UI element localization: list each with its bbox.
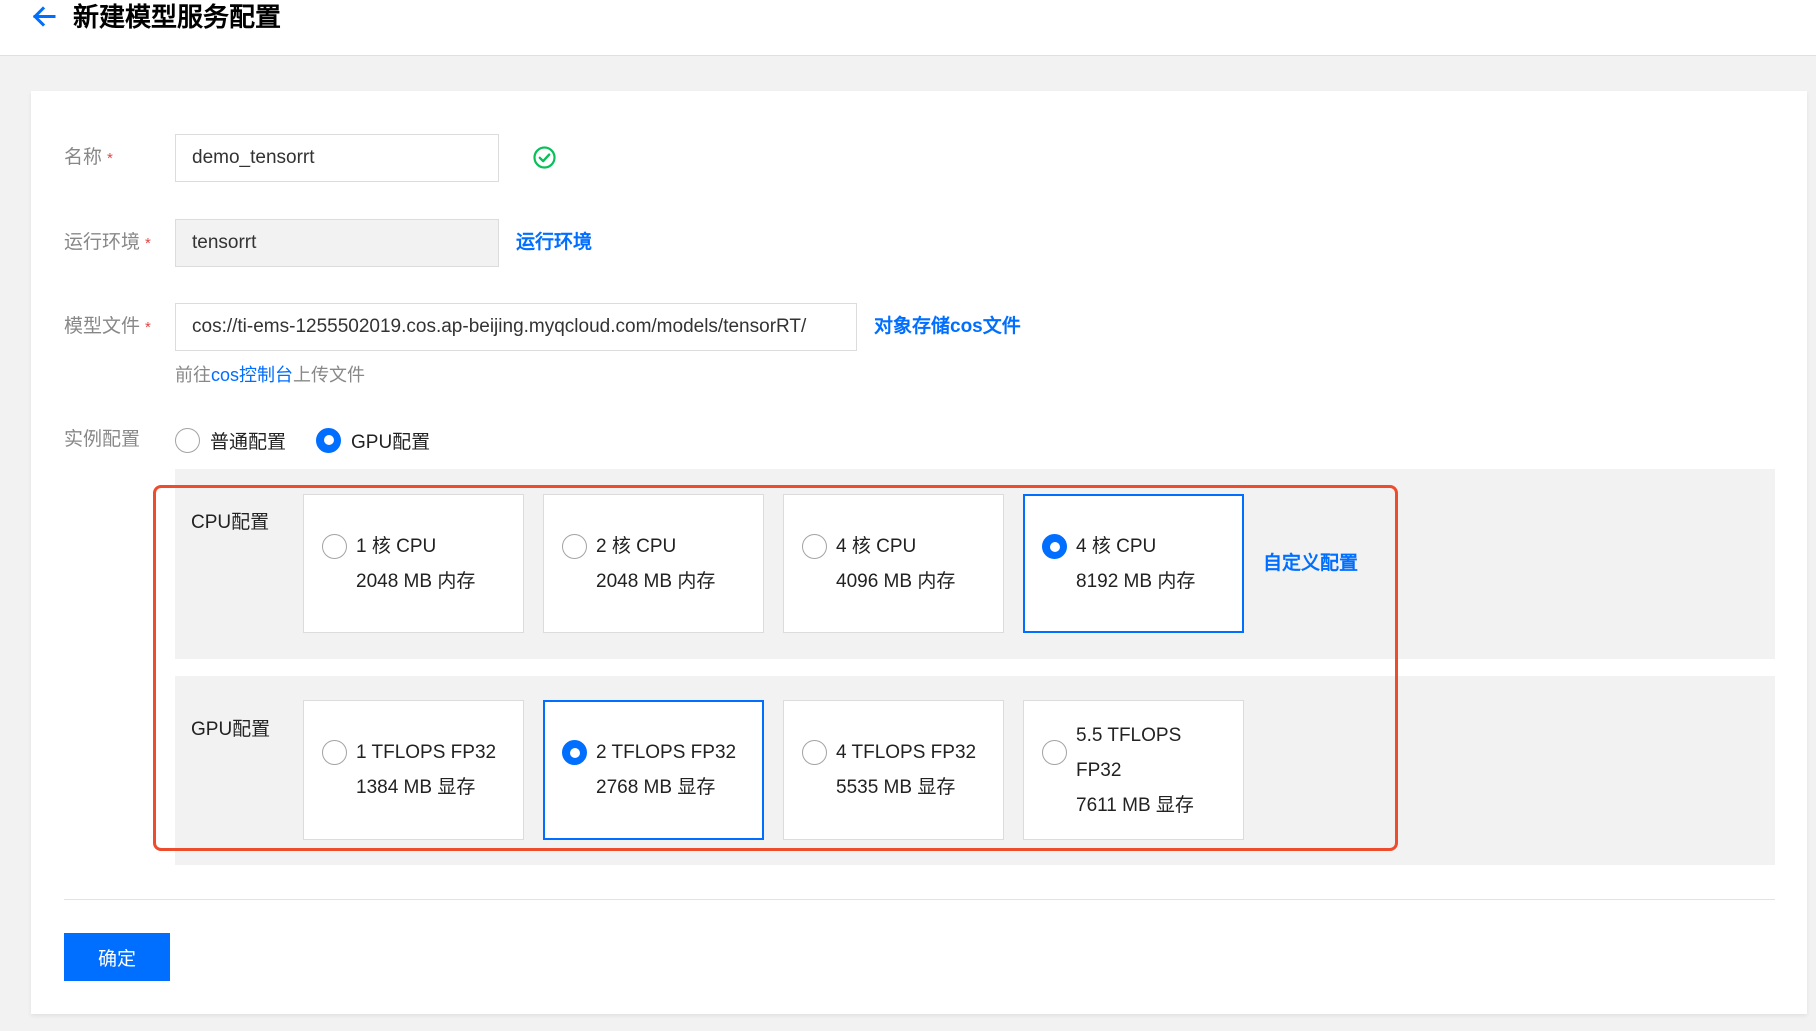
cpu-option-radio[interactable] bbox=[562, 534, 587, 559]
gpu-option-memory: 7611 MB 显存 bbox=[1076, 794, 1194, 816]
model-file-label-text: 模型文件 bbox=[64, 316, 141, 337]
runtime-row: 运行环境* 运行环境 bbox=[31, 219, 1807, 267]
instance-option-standard[interactable]: 普通配置 bbox=[175, 416, 286, 464]
name-label-text: 名称 bbox=[64, 147, 103, 168]
required-mark: * bbox=[107, 150, 113, 167]
cpu-option-memory: 8192 MB 内存 bbox=[1076, 570, 1196, 592]
model-file-input[interactable] bbox=[175, 303, 857, 351]
name-input[interactable] bbox=[175, 134, 499, 182]
gpu-option-text: 1 TFLOPS FP32 1384 MB 显存 bbox=[356, 701, 508, 839]
instance-option-gpu[interactable]: GPU配置 bbox=[316, 416, 430, 464]
radio-button[interactable] bbox=[316, 427, 341, 453]
gpu-option-text: 4 TFLOPS FP32 5535 MB 显存 bbox=[836, 701, 988, 839]
gpu-option-memory: 1384 MB 显存 bbox=[356, 777, 476, 798]
cos-console-link[interactable]: cos控制台 bbox=[211, 365, 293, 385]
gpu-config-label: GPU配置 bbox=[191, 719, 271, 740]
cpu-option-radio[interactable] bbox=[322, 534, 347, 559]
cpu-config-label: CPU配置 bbox=[191, 512, 270, 533]
confirm-button[interactable]: 确定 bbox=[64, 933, 170, 981]
runtime-label: 运行环境 * bbox=[64, 219, 151, 268]
instance-option-label[interactable]: 普通配置 bbox=[210, 427, 286, 454]
cpu-option-text: 4 核 CPU 4096 MB 内存 bbox=[836, 495, 988, 632]
page: 新建模型服务配置 名称* 运行环境* 运行环境 bbox=[0, 0, 1816, 1031]
instance-label: 实例配置 bbox=[64, 429, 141, 450]
radio-button[interactable] bbox=[175, 427, 200, 453]
cpu-option-4-card[interactable]: 4 核 CPU 8192 MB 内存 bbox=[1023, 494, 1244, 633]
gpu-option-text: 5.5 TFLOPS FP32 7611 MB 显存 bbox=[1076, 701, 1228, 839]
required-mark: * bbox=[145, 235, 151, 252]
page-title: 新建模型服务配置 bbox=[73, 2, 282, 32]
gpu-option-spec: 2 TFLOPS FP32 bbox=[596, 742, 737, 763]
cpu-option-1-card[interactable]: 1 核 CPU 2048 MB 内存 bbox=[303, 494, 524, 633]
gpu-config-panel: GPU配置 1 TFLOPS FP32 1384 MB 显存 2 TFLOPS … bbox=[175, 676, 1775, 865]
cpu-option-radio[interactable] bbox=[802, 534, 827, 559]
cpu-option-spec: 4 核 CPU bbox=[1076, 535, 1157, 557]
instance-option-label[interactable]: GPU配置 bbox=[351, 427, 430, 454]
gpu-option-radio[interactable] bbox=[562, 740, 587, 765]
upload-hint-prefix: 前往 bbox=[175, 365, 211, 385]
gpu-option-radio[interactable] bbox=[802, 740, 827, 765]
cpu-option-spec: 2 核 CPU bbox=[596, 535, 677, 557]
gpu-option-radio[interactable] bbox=[322, 740, 347, 765]
cpu-option-memory: 4096 MB 内存 bbox=[836, 570, 956, 592]
name-row: 名称 * bbox=[31, 134, 1807, 182]
custom-config-link[interactable]: 自定义配置 bbox=[1263, 552, 1358, 576]
check-circle-icon bbox=[533, 146, 556, 169]
upload-hint: 前往cos控制台上传文件 bbox=[175, 364, 365, 386]
runtime-label-text: 运行环境 bbox=[64, 232, 141, 253]
cos-file-link[interactable]: 对象存储cos文件 bbox=[874, 303, 1021, 351]
gpu-option-4-card[interactable]: 5.5 TFLOPS FP32 7611 MB 显存 bbox=[1023, 700, 1244, 840]
cpu-option-spec: 1 核 CPU bbox=[356, 535, 437, 557]
cpu-option-text: 4 核 CPU 8192 MB 内存 bbox=[1076, 496, 1228, 631]
gpu-option-2-card[interactable]: 2 TFLOPS FP32 2768 MB 显存 bbox=[543, 700, 764, 840]
cpu-config-panel: CPU配置 1 核 CPU 2048 MB 内存 2 核 CPU 2048 MB… bbox=[175, 469, 1775, 659]
top-bar: 新建模型服务配置 bbox=[0, 0, 1816, 56]
required-mark: * bbox=[145, 319, 151, 336]
model-file-label: 模型文件 * bbox=[64, 303, 151, 352]
cpu-option-radio[interactable] bbox=[1042, 534, 1067, 559]
divider bbox=[64, 899, 1775, 900]
cpu-option-2-card[interactable]: 2 核 CPU 2048 MB 内存 bbox=[543, 494, 764, 633]
runtime-link[interactable]: 运行环境 bbox=[516, 219, 592, 267]
gpu-option-spec: 4 TFLOPS FP32 bbox=[836, 742, 977, 763]
back-button[interactable] bbox=[31, 4, 56, 29]
gpu-option-memory: 2768 MB 显存 bbox=[596, 777, 716, 798]
arrow-left-icon[interactable] bbox=[31, 4, 56, 29]
cpu-option-list: 1 核 CPU 2048 MB 内存 2 核 CPU 2048 MB 内存 4 … bbox=[303, 494, 1244, 633]
gpu-option-list: 1 TFLOPS FP32 1384 MB 显存 2 TFLOPS FP32 2… bbox=[303, 700, 1244, 840]
gpu-option-1-card[interactable]: 1 TFLOPS FP32 1384 MB 显存 bbox=[303, 700, 524, 840]
gpu-option-spec: 1 TFLOPS FP32 bbox=[356, 742, 497, 763]
cpu-option-text: 1 核 CPU 2048 MB 内存 bbox=[356, 495, 508, 632]
upload-hint-suffix: 上传文件 bbox=[293, 365, 366, 385]
gpu-option-radio[interactable] bbox=[1042, 740, 1067, 765]
name-label: 名称 * bbox=[64, 134, 113, 183]
cpu-option-text: 2 核 CPU 2048 MB 内存 bbox=[596, 495, 748, 632]
instance-row: 实例配置 普通配置 GPU配置 bbox=[31, 416, 1807, 464]
gpu-option-text: 2 TFLOPS FP32 2768 MB 显存 bbox=[596, 702, 748, 838]
gpu-option-3-card[interactable]: 4 TFLOPS FP32 5535 MB 显存 bbox=[783, 700, 1004, 840]
gpu-option-spec: 5.5 TFLOPS FP32 bbox=[1076, 724, 1182, 781]
gpu-option-memory: 5535 MB 显存 bbox=[836, 777, 956, 798]
cpu-option-3-card[interactable]: 4 核 CPU 4096 MB 内存 bbox=[783, 494, 1004, 633]
model-file-row: 模型文件* 对象存储cos文件 bbox=[31, 303, 1807, 351]
cpu-option-spec: 4 核 CPU bbox=[836, 535, 917, 557]
form-card: 名称* 运行环境* 运行环境 模型文件* 对象存储cos文件 bbox=[31, 91, 1807, 1014]
cpu-option-memory: 2048 MB 内存 bbox=[356, 570, 476, 592]
cpu-option-memory: 2048 MB 内存 bbox=[596, 570, 716, 592]
runtime-input bbox=[175, 219, 499, 267]
